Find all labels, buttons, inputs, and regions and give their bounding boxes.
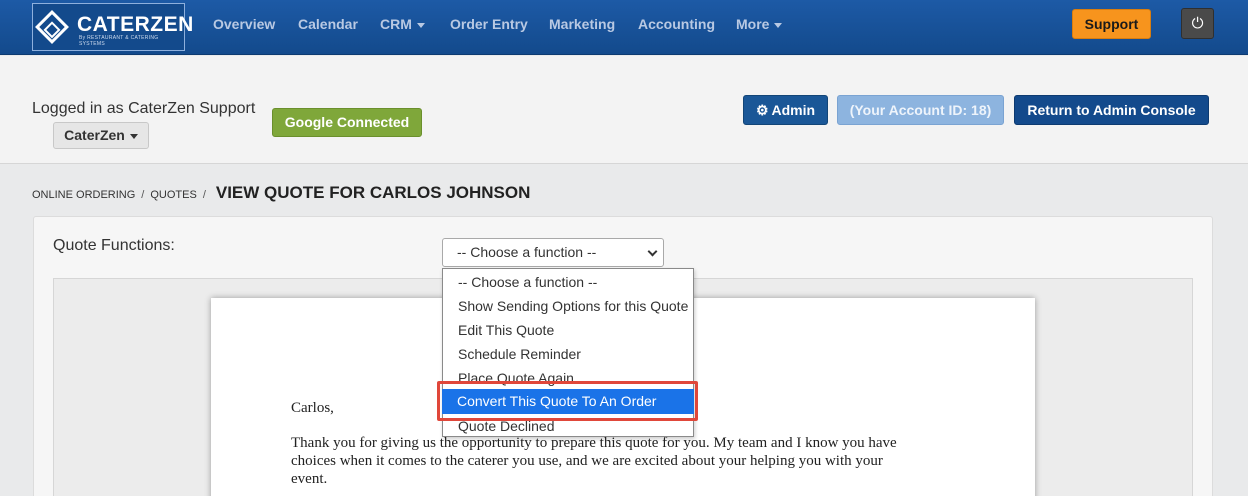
account-bar: Logged in as CaterZen Support CaterZen G…: [0, 56, 1248, 164]
breadcrumb-separator: /: [202, 189, 206, 201]
gear-icon: ⚙: [755, 102, 769, 118]
breadcrumb: ONLINE ORDERING / QUOTES / VIEW QUOTE FOR CA…: [32, 183, 530, 203]
letter-greeting: Carlos,: [291, 400, 334, 416]
nav-more[interactable]: More: [736, 16, 783, 32]
logo-diamond-icon: [35, 10, 69, 44]
option-schedule-reminder[interactable]: Schedule Reminder: [458, 346, 581, 362]
admin-button[interactable]: ⚙ Admin: [743, 95, 828, 125]
nav-order-entry[interactable]: Order Entry: [450, 16, 528, 32]
account-id-button[interactable]: (Your Account ID: 18): [837, 95, 1004, 125]
letter-line-3: event.: [291, 471, 328, 487]
nav-more-label: More: [736, 16, 770, 32]
option-show-sending[interactable]: Show Sending Options for this Quote: [458, 298, 688, 314]
nav-crm[interactable]: CRM: [380, 16, 425, 32]
nav-crm-label: CRM: [380, 16, 412, 32]
nav-calendar[interactable]: Calendar: [298, 16, 358, 32]
option-edit-quote[interactable]: Edit This Quote: [458, 322, 554, 338]
top-navbar: CATERZEN By RESTAURANT & CATERING SYSTEM…: [0, 0, 1248, 55]
nav-accounting[interactable]: Accounting: [638, 16, 715, 32]
breadcrumb-separator: /: [141, 189, 145, 201]
company-dropdown[interactable]: CaterZen: [53, 122, 149, 149]
logged-in-text: Logged in as CaterZen Support: [32, 100, 256, 117]
return-to-admin-button[interactable]: Return to Admin Console: [1014, 95, 1209, 125]
nav-marketing[interactable]: Marketing: [549, 16, 615, 32]
letter-line-2: choices when it comes to the caterer you…: [291, 453, 883, 469]
support-button[interactable]: Support: [1072, 9, 1151, 39]
nav-overview[interactable]: Overview: [213, 16, 275, 32]
company-label: CaterZen: [64, 127, 125, 143]
option-choose[interactable]: -- Choose a function --: [458, 274, 597, 290]
caret-down-icon: [129, 133, 138, 139]
caret-down-icon: [774, 22, 783, 28]
quote-functions-label: Quote Functions:: [53, 237, 175, 254]
logo-subtitle: By RESTAURANT & CATERING SYSTEMS: [79, 35, 159, 47]
chevron-down-icon: [647, 246, 658, 257]
caterzen-logo[interactable]: CATERZEN By RESTAURANT & CATERING SYSTEM…: [32, 3, 193, 51]
power-icon[interactable]: ⏻: [1181, 8, 1214, 39]
logo-name: CATERZEN: [77, 13, 194, 36]
page-title: VIEW QUOTE FOR CARLOS JOHNSON: [215, 183, 531, 202]
breadcrumb-quotes[interactable]: QUOTES: [150, 189, 196, 201]
google-connected-button[interactable]: Google Connected: [272, 108, 422, 137]
highlight-annotation: [437, 381, 698, 421]
breadcrumb-online-ordering[interactable]: ONLINE ORDERING: [32, 189, 135, 201]
quote-function-select[interactable]: -- Choose a function --: [442, 238, 664, 267]
caret-down-icon: [416, 22, 425, 28]
select-value: -- Choose a function --: [457, 244, 597, 260]
admin-label: Admin: [771, 102, 816, 118]
